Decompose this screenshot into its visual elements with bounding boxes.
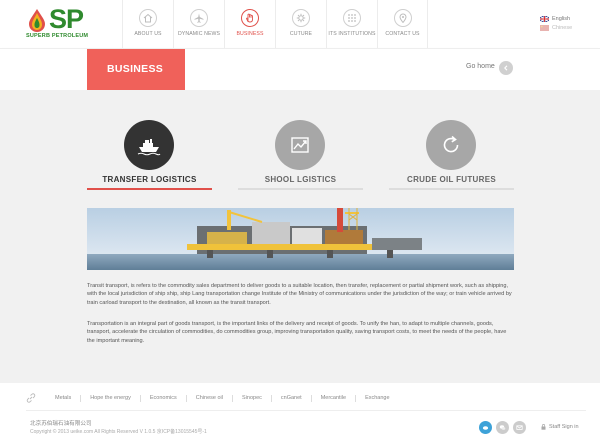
gear-icon	[292, 9, 310, 27]
section-bar: BUSINESS Go home	[0, 48, 600, 95]
service-underline	[238, 188, 363, 190]
hand-icon	[241, 9, 259, 27]
copyright-text: Copyright © 2013 ueike.com All Rights Re…	[30, 429, 207, 435]
footer-link[interactable]: cnGanet	[272, 394, 312, 402]
service-label: TRANSFER LOGISTICS	[102, 175, 197, 184]
social-links	[479, 421, 530, 434]
nav-label: DYNAMIC NEWS	[177, 31, 221, 37]
link-chain-icon	[26, 393, 36, 403]
nav-item-cuture[interactable]: CUTURE	[275, 0, 326, 48]
chart-trend-icon	[291, 137, 309, 153]
nav-item-business[interactable]: BUSINESS	[224, 0, 275, 48]
nav-item-about-us[interactable]: ABOUT US	[122, 0, 173, 48]
lock-icon	[541, 424, 546, 430]
grid-icon	[343, 9, 361, 27]
ship-icon	[137, 139, 161, 156]
lang-chinese[interactable]: Chinese	[540, 23, 572, 32]
uk-flag-icon	[540, 15, 549, 22]
active-underline	[87, 188, 212, 190]
footer-divider	[26, 410, 586, 411]
chevron-left-icon	[504, 65, 508, 71]
service-shool-lgistics[interactable]: SHOOL LGISTICS	[238, 120, 363, 190]
main-content: TRANSFER LOGISTICS SHOOL LGISTICS CRUDE …	[0, 90, 600, 383]
go-home-link[interactable]: Go home	[466, 63, 495, 70]
nav-label: ITS INSTITUTIONS	[328, 31, 376, 37]
plane-icon	[190, 9, 208, 27]
footer-link[interactable]: Sinopec	[233, 394, 272, 402]
logo-subtitle: SUPERB PETROLEUM	[26, 33, 89, 39]
section-title-tab: BUSINESS	[87, 49, 185, 95]
chart-icon-circle	[275, 120, 325, 170]
nav-label: ABOUT US	[134, 31, 162, 37]
footer-link[interactable]: Chinese oil	[187, 394, 233, 402]
footer-link[interactable]: Hope the energy	[81, 394, 141, 402]
staff-sign-in-label: Staff Sign in	[549, 424, 579, 430]
site-header: SP SUPERB PETROLEUM ABOUT US DYNAMIC NEW…	[0, 0, 600, 48]
section-title: BUSINESS	[107, 63, 164, 75]
nav-label: BUSINESS	[236, 31, 264, 37]
footer-link[interactable]: Exchange	[356, 395, 398, 402]
location-icon	[394, 9, 412, 27]
service-underline	[389, 188, 514, 190]
main-nav: ABOUT US DYNAMIC NEWS BUSINESS CUTURE IT…	[122, 0, 428, 48]
home-icon	[139, 9, 157, 27]
wechat-button[interactable]	[496, 421, 509, 434]
refresh-icon-circle	[426, 120, 476, 170]
nav-label: CUTURE	[289, 31, 313, 37]
body-paragraph-1: Transit transport, is refers to the comm…	[87, 283, 512, 306]
refresh-icon	[443, 135, 459, 153]
ship-icon-circle	[124, 120, 174, 170]
brand-logo[interactable]: SP SUPERB PETROLEUM	[26, 4, 96, 41]
go-home-button[interactable]	[499, 61, 513, 75]
body-paragraph-2: Transportation is an integral part of go…	[87, 321, 507, 344]
nav-item-its-institutions[interactable]: ITS INSTITUTIONS	[326, 0, 377, 48]
oil-platform-banner-image	[87, 208, 514, 270]
service-transfer-logistics[interactable]: TRANSFER LOGISTICS	[87, 120, 212, 190]
service-label: SHOOL LGISTICS	[264, 175, 337, 184]
lang-chinese-label: Chinese	[552, 24, 573, 31]
lang-english-label: English	[552, 15, 571, 22]
footer-link[interactable]: Metals	[46, 394, 82, 402]
lang-english[interactable]: English	[540, 14, 572, 23]
weibo-icon	[482, 426, 489, 430]
nav-item-dynamic-news[interactable]: DYNAMIC NEWS	[173, 0, 224, 48]
staff-sign-in-link[interactable]: Staff Sign in	[541, 424, 579, 430]
company-name-cn: 北京苏伯瑞石油有限公司	[30, 421, 92, 427]
footer-link[interactable]: Mercantile	[312, 394, 357, 402]
friend-links: Metals Hope the energy Economics Chinese…	[26, 393, 399, 403]
nav-label: CONTACT US	[385, 31, 420, 37]
china-flag-icon	[540, 24, 549, 31]
mail-icon	[516, 425, 523, 430]
footer-link[interactable]: Economics	[141, 394, 187, 402]
site-footer: Metals Hope the energy Economics Chinese…	[0, 383, 600, 443]
logo-drops-icon	[29, 9, 45, 32]
nav-item-contact-us[interactable]: CONTACT US	[377, 0, 428, 48]
wechat-icon	[499, 425, 506, 430]
weibo-button[interactable]	[479, 421, 492, 434]
logo-text: SP	[49, 4, 84, 34]
mail-button[interactable]	[513, 421, 526, 434]
service-label: CRUDE OIL FUTURES	[407, 175, 496, 184]
language-switcher: English Chinese	[540, 14, 572, 32]
service-crude-oil-futures[interactable]: CRUDE OIL FUTURES	[389, 120, 514, 190]
